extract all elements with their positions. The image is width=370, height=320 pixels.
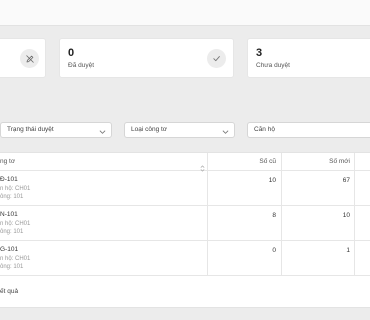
apartment-text: n hộ: CH01 [0,186,31,192]
chevron-down-icon [222,127,229,141]
approved-count: 0 [68,47,75,59]
status-filter-label: Trạng thái duyệt [7,126,54,133]
meter-text: ông: 101 [0,194,24,200]
top-bar [0,0,370,26]
pending-label: Chưa duyệt [256,62,290,69]
apartment-filter-label: Căn hộ [254,126,275,133]
column-header-old-reading[interactable]: Số cũ [236,153,276,171]
meter-code: Đ-101 [0,176,18,183]
readings-table: ng tơ Số cũ Số mới Đ-101 n hộ: CH01 ông:… [0,152,370,308]
column-header-new-reading[interactable]: Số mới [310,153,350,171]
new-reading: 10 [342,212,350,219]
status-filter-select[interactable]: Trạng thái duyệt [0,122,112,138]
pending-count: 3 [256,47,263,59]
filter-bar: Trạng thái duyệt Loại công tơ Căn hộ [0,122,370,138]
meter-code: G-101 [0,246,19,253]
apartment-text: n hộ: CH01 [0,221,31,227]
apartment-text: n hộ: CH01 [0,256,31,262]
new-reading: 1 [346,247,350,254]
chevron-down-icon [99,127,106,141]
pen-off-icon [20,49,39,68]
column-header-meter[interactable]: ng tơ [0,153,15,171]
page: 0 Đã duyệt 3 Chưa duyệt Trạng thái duyệt… [0,0,370,320]
meter-type-filter-label: Loại công tơ [131,126,168,133]
stat-card-pending: 3 Chưa duyệt [247,38,370,78]
table-row[interactable]: G-101 n hộ: CH01 ông: 101 0 1 [0,241,370,276]
old-reading: 0 [272,247,276,254]
approved-label: Đã duyệt [68,62,95,69]
old-reading: 8 [272,212,276,219]
apartment-filter-input[interactable]: Căn hộ [247,122,370,138]
meter-type-filter-select[interactable]: Loại công tơ [124,122,235,138]
meter-text: ông: 101 [0,229,24,235]
old-reading: 10 [268,177,276,184]
meter-code: N-101 [0,211,18,218]
meter-text: ông: 101 [0,264,24,270]
table-row[interactable]: N-101 n hộ: CH01 ông: 101 8 10 [0,206,370,241]
table-row[interactable]: Đ-101 n hộ: CH01 ông: 101 10 67 [0,171,370,206]
table-header: ng tơ Số cũ Số mới [0,153,370,172]
new-reading: 67 [342,177,350,184]
check-icon [207,49,226,68]
stat-card-edit [0,38,46,78]
results-count-text: ết quả [0,288,19,295]
stat-card-approved: 0 Đã duyệt [59,38,234,78]
